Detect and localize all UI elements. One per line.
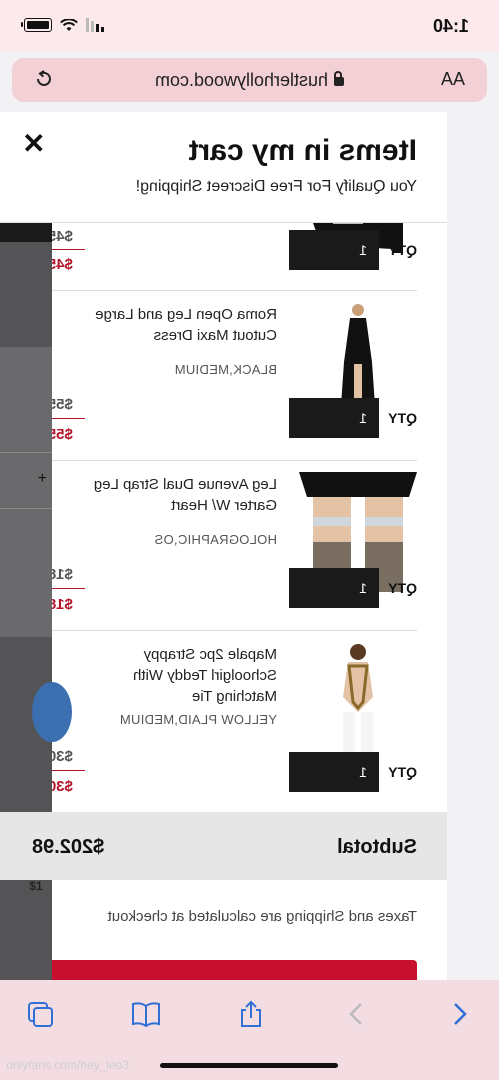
quantity-input[interactable]: 1 (289, 230, 379, 270)
status-bar: 1:40 (0, 0, 499, 52)
teddy-image (343, 644, 373, 762)
tabs-icon (28, 1002, 53, 1027)
quantity-value: 1 (359, 410, 367, 426)
status-time: 1:40 (432, 16, 469, 36)
quantity-input[interactable]: 1 (289, 398, 379, 438)
product-image (299, 642, 417, 762)
chevron-left-icon (454, 1003, 467, 1025)
home-indicator (160, 1063, 338, 1068)
battery-icon (24, 18, 52, 32)
wifi-icon (60, 18, 78, 31)
cart-drawer: Items in my cart You Qualify For Free Di… (0, 112, 447, 982)
subtotal-value: $202.98 (32, 836, 105, 858)
status-icons (24, 18, 104, 32)
cellular-signal-icon (86, 18, 104, 32)
forward-button[interactable] (343, 1000, 371, 1028)
site-price-fragment: $1 (29, 879, 43, 893)
product-name[interactable]: Mapale 2pc Strappy Schoolgirl Teddy With… (77, 644, 277, 707)
cart-item: Roma Open Leg and Large Cutout Maxi Dres… (27, 290, 417, 461)
qty-label: QTY (388, 764, 417, 780)
cart-item: Mapale 2pc Strappy Schoolgirl Teddy With… (27, 630, 417, 812)
quantity-value: 1 (359, 242, 367, 258)
site-expand[interactable]: + (0, 452, 52, 509)
reload-icon[interactable] (34, 69, 54, 89)
cart-title: Items in my cart (188, 134, 417, 167)
taxes-note: Taxes and Shipping are calculated at che… (107, 908, 417, 925)
book-icon (132, 1002, 160, 1028)
watermark-text: onlyfans.com/hey_leo3 (6, 1058, 129, 1072)
chevron-right-icon (349, 1003, 362, 1025)
product-variant: HOLOGRAPHIC,OS (154, 532, 277, 547)
quantity-value: 1 (359, 580, 367, 596)
subtotal-bar: Subtotal $202.98 (0, 812, 447, 880)
tabs-button[interactable] (27, 1000, 55, 1028)
address-bar[interactable]: AA hustlerhollywood.com (12, 58, 487, 102)
qty-label: QTY (388, 410, 417, 426)
product-variant: BLACK,MEDIUM (174, 362, 277, 377)
subtotal-label: Subtotal (337, 836, 417, 858)
product-name[interactable]: Leg Avenue Dual Strap Leg Garter W/ Hear… (77, 474, 277, 516)
share-button[interactable] (237, 1000, 265, 1028)
quantity-value: 1 (359, 764, 367, 780)
back-button[interactable] (445, 1000, 473, 1028)
checkout-button[interactable] (29, 960, 417, 982)
site-image-fragment (32, 682, 72, 742)
close-icon[interactable]: ✕ (22, 128, 45, 159)
shipping-message: You Qualify For Free Discreet Shipping! (135, 178, 417, 195)
share-icon (241, 1000, 261, 1027)
bookmarks-button[interactable] (132, 1000, 161, 1028)
qty-label: QTY (388, 580, 417, 596)
cart-item: Leg Avenue Dual Strap Leg Garter W/ Hear… (27, 460, 417, 631)
quantity-input[interactable]: 1 (289, 752, 379, 792)
qty-label: QTY (388, 242, 417, 258)
quantity-input[interactable]: 1 (289, 568, 379, 608)
url-host: hustlerhollywood.com (12, 70, 487, 91)
cart-header: Items in my cart You Qualify For Free Di… (0, 112, 447, 223)
product-name[interactable]: Roma Open Leg and Large Cutout Maxi Dres… (77, 304, 277, 346)
plus-icon: + (37, 470, 47, 487)
product-variant: YELLOW PLAID,MEDIUM (119, 712, 277, 727)
lock-icon (334, 77, 345, 86)
url-text: hustlerhollywood.com (154, 70, 329, 90)
mirrored-screen: 1:40 AA hustlerhollywood.com Items in my… (0, 0, 499, 1080)
